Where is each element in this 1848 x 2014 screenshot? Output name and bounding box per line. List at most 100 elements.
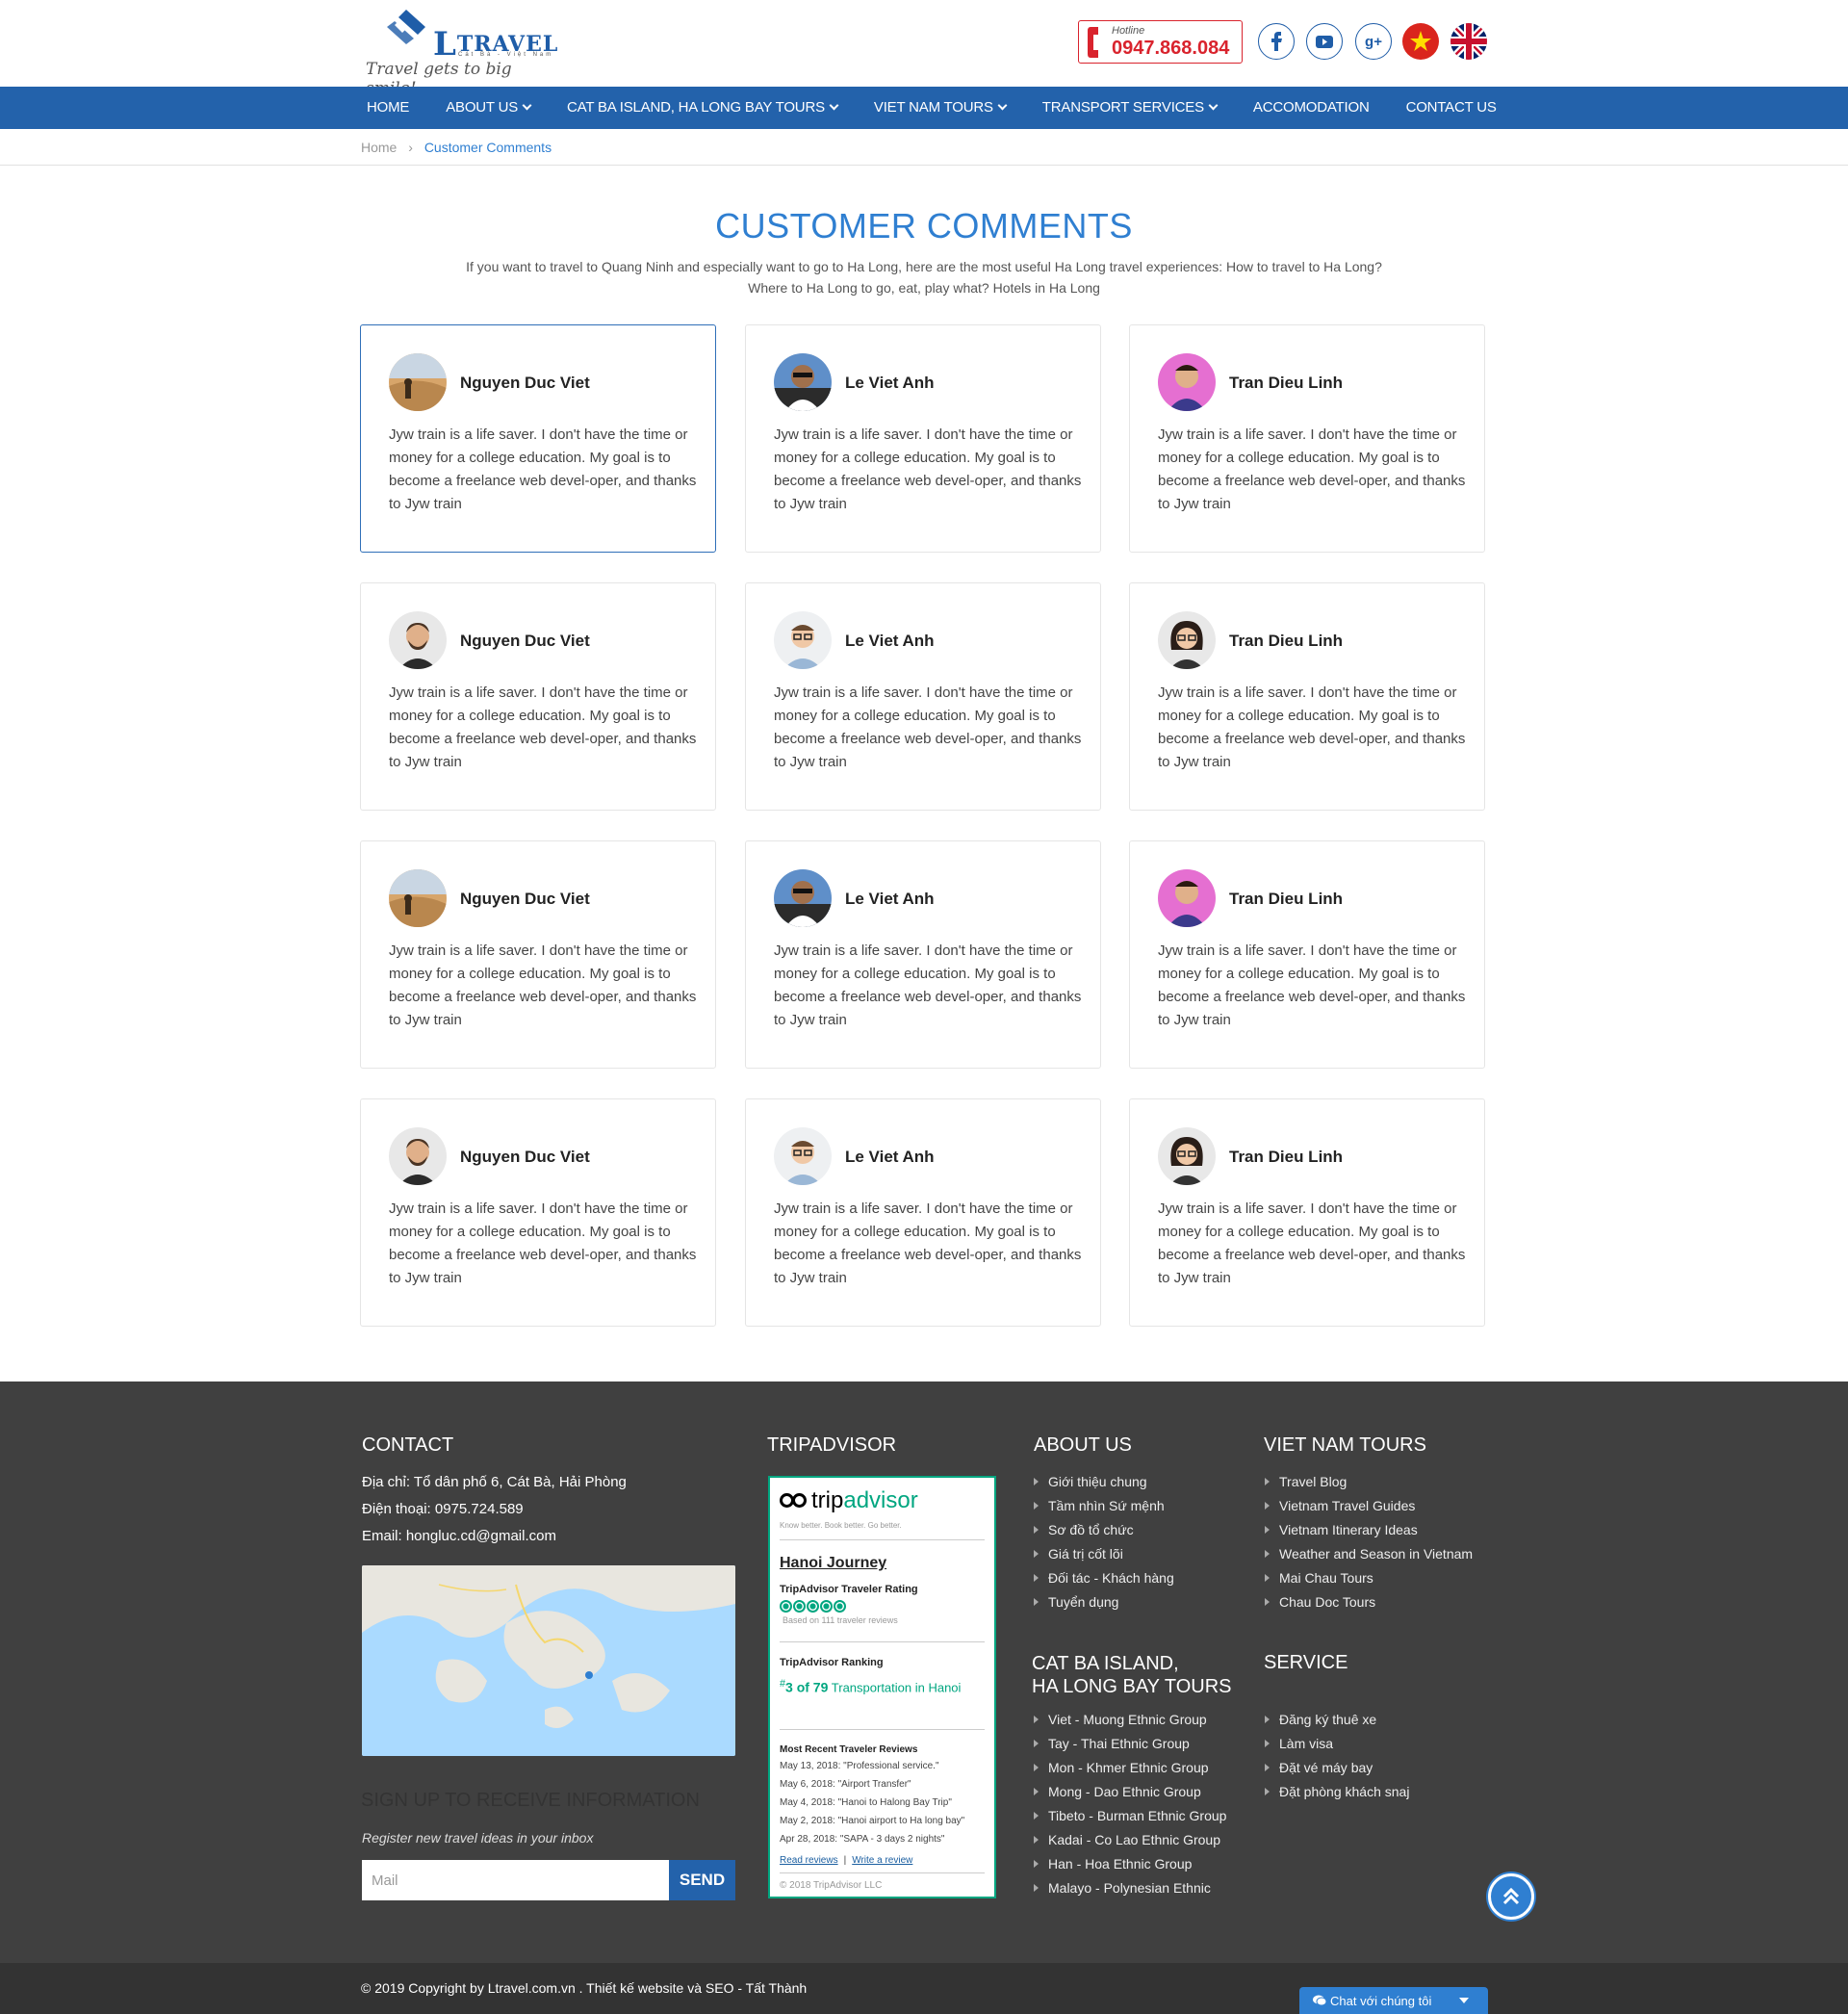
- site-logo[interactable]: LTRAVEL Cát Bà - Việt Nam Travel gets to…: [366, 4, 558, 98]
- footer-link[interactable]: Đối tác - Khách hàng: [1033, 1566, 1174, 1590]
- footer-link[interactable]: Giá trị cốt lõi: [1033, 1542, 1174, 1566]
- youtube-glyph: [1316, 35, 1333, 48]
- nav-item[interactable]: TRANSPORT SERVICES: [1041, 87, 1219, 129]
- vntours-list: Travel Blog Vietnam Travel Guides Vietnam …: [1264, 1470, 1473, 1614]
- avatar: [389, 869, 447, 927]
- chat-label: Chat với chúng tôi: [1330, 1993, 1432, 2008]
- comment-card[interactable]: Tran Dieu Linh Jyw train is a life saver.…: [1129, 582, 1485, 811]
- facebook-icon[interactable]: [1258, 23, 1295, 60]
- write-review-link[interactable]: Write a review: [852, 1855, 912, 1866]
- facebook-glyph: [1271, 32, 1282, 51]
- comment-card[interactable]: Nguyen Duc Viet Jyw train is a life saver…: [360, 1098, 716, 1327]
- review-item[interactable]: May 2, 2018: "Hanoi airport to Ha long b…: [780, 1816, 964, 1826]
- contact-email[interactable]: Email: hongluc.cd@gmail.com: [362, 1523, 556, 1550]
- logo-sub: Cát Bà - Việt Nam: [458, 52, 554, 58]
- tripadvisor-widget[interactable]: trip advisor Know better. Book better. Go…: [768, 1476, 996, 1898]
- read-reviews-link[interactable]: Read reviews: [780, 1855, 838, 1866]
- footer-link[interactable]: Mai Chau Tours: [1264, 1566, 1473, 1590]
- main-nav: HOME ABOUT US CAT BA ISLAND, HA LONG BAY T…: [0, 87, 1848, 129]
- avatar: [774, 611, 832, 669]
- footer-link[interactable]: Travel Blog: [1264, 1470, 1473, 1494]
- footer-link[interactable]: Tibeto - Burman Ethnic Group: [1033, 1804, 1226, 1828]
- email-input[interactable]: Mail: [362, 1860, 670, 1900]
- comment-card[interactable]: Tran Dieu Linh Jyw train is a life saver.…: [1129, 840, 1485, 1069]
- avatar: [389, 1127, 447, 1185]
- footer-link[interactable]: Giới thiệu chung: [1033, 1470, 1174, 1494]
- footer-link[interactable]: Tầm nhìn Sứ mệnh: [1033, 1494, 1174, 1518]
- vietnam-flag-glyph: [1402, 23, 1439, 60]
- footer-link[interactable]: Đăng ký thuê xe: [1264, 1708, 1409, 1732]
- location-map[interactable]: [362, 1565, 735, 1756]
- footer-link[interactable]: Làm visa: [1264, 1732, 1409, 1756]
- comment-card[interactable]: Tran Dieu Linh Jyw train is a life saver.…: [1129, 324, 1485, 553]
- uk-flag-icon[interactable]: [1450, 23, 1487, 60]
- nav-item[interactable]: CAT BA ISLAND, HA LONG BAY TOURS: [567, 87, 839, 129]
- contact-address: Địa chỉ: Tổ dân phố 6, Cát Bà, Hải Phòng: [362, 1474, 627, 1490]
- comment-card[interactable]: Nguyen Duc Viet Jyw train is a life saver…: [360, 582, 716, 811]
- nav-item[interactable]: ABOUT US: [446, 87, 532, 129]
- footer-link[interactable]: Mon - Khmer Ethnic Group: [1033, 1756, 1226, 1780]
- footer-link[interactable]: Tay - Thai Ethnic Group: [1033, 1732, 1226, 1756]
- footer-link[interactable]: Đặt vé máy bay: [1264, 1756, 1409, 1780]
- avatar: [774, 869, 832, 927]
- comment-card[interactable]: Nguyen Duc Viet Jyw train is a life saver…: [360, 840, 716, 1069]
- footer-link[interactable]: Malayo - Polynesian Ethnic: [1033, 1876, 1226, 1900]
- nav-item[interactable]: VIET NAM TOURS: [873, 87, 1008, 129]
- review-item[interactable]: May 13, 2018: "Professional service.": [780, 1761, 939, 1771]
- nav-item-label: VIET NAM TOURS: [873, 99, 993, 116]
- page-title: CUSTOMER COMMENTS: [715, 206, 1133, 245]
- footer-link[interactable]: Viet - Muong Ethnic Group: [1033, 1708, 1226, 1732]
- comment-card[interactable]: Le Viet Anh Jyw train is a life saver. I …: [745, 1098, 1101, 1327]
- catba-title: CAT BA ISLAND, HA LONG BAY TOURS: [1032, 1653, 1232, 1697]
- commenter-name: Tran Dieu Linh: [1229, 374, 1344, 392]
- divider: [780, 1641, 985, 1642]
- about-title: ABOUT US: [1034, 1434, 1132, 1456]
- rating-bubbles: [780, 1600, 847, 1613]
- send-button[interactable]: SEND: [669, 1860, 735, 1900]
- footer-link[interactable]: Sơ đồ tổ chức: [1033, 1518, 1174, 1542]
- avatar: [389, 611, 447, 669]
- footer-link[interactable]: Chau Doc Tours: [1264, 1590, 1473, 1614]
- nav-item-label: TRANSPORT SERVICES: [1041, 99, 1204, 116]
- divider: [780, 1872, 985, 1873]
- vietnam-flag-icon[interactable]: [1402, 23, 1439, 60]
- divider: [780, 1539, 985, 1540]
- google-plus-icon[interactable]: g+: [1355, 23, 1392, 60]
- chat-widget-button[interactable]: Chat với chúng tôi: [1299, 1987, 1488, 2014]
- breadcrumb-home[interactable]: Home: [361, 140, 397, 155]
- review-item[interactable]: May 6, 2018: "Airport Transfer": [780, 1779, 911, 1790]
- back-to-top-button[interactable]: [1488, 1873, 1534, 1920]
- signup-subtitle: Register new travel ideas in your inbox: [362, 1830, 594, 1846]
- tripadvisor-place[interactable]: Hanoi Journey: [780, 1555, 886, 1572]
- footer-link[interactable]: Mong - Dao Ethnic Group: [1033, 1780, 1226, 1804]
- footer-link[interactable]: Tuyển dụng: [1033, 1590, 1174, 1614]
- comment-card[interactable]: Le Viet Anh Jyw train is a life saver. I …: [745, 324, 1101, 553]
- uk-flag-glyph: [1450, 23, 1487, 60]
- nav-item[interactable]: CONTACT US: [1406, 87, 1497, 129]
- footer-link[interactable]: Han - Hoa Ethnic Group: [1033, 1852, 1226, 1876]
- hotline-box[interactable]: Hotline 0947.868.084: [1078, 20, 1243, 64]
- footer-link[interactable]: Đặt phòng khách snaj: [1264, 1780, 1409, 1804]
- breadcrumb: Home › Customer Comments: [0, 129, 1848, 166]
- hotline-label: Hotline: [1112, 25, 1145, 37]
- comment-card[interactable]: Nguyen Duc Viet Jyw train is a life saver…: [360, 324, 716, 553]
- nav-item[interactable]: HOME: [367, 87, 409, 129]
- chevron-down-icon: [522, 100, 532, 111]
- footer-link[interactable]: Kadai - Co Lao Ethnic Group: [1033, 1828, 1226, 1852]
- review-item[interactable]: May 4, 2018: "Hanoi to Halong Bay Trip": [780, 1797, 952, 1808]
- footer-link[interactable]: Vietnam Itinerary Ideas: [1264, 1518, 1473, 1542]
- nav-item[interactable]: ACCOMODATION: [1253, 87, 1370, 129]
- review-item[interactable]: Apr 28, 2018: "SAPA - 3 days 2 nights": [780, 1834, 944, 1845]
- commenter-name: Nguyen Duc Viet: [460, 374, 590, 392]
- nav-item-label: CONTACT US: [1405, 99, 1497, 116]
- contact-phone: Điện thoại: 0975.724.589: [362, 1501, 524, 1517]
- commenter-name: Tran Dieu Linh: [1229, 632, 1344, 650]
- comment-text: Jyw train is a life saver. I don't have …: [774, 426, 1082, 512]
- commenter-name: Le Viet Anh: [845, 1148, 935, 1166]
- footer-link[interactable]: Vietnam Travel Guides: [1264, 1494, 1473, 1518]
- comment-card[interactable]: Tran Dieu Linh Jyw train is a life saver.…: [1129, 1098, 1485, 1327]
- comment-card[interactable]: Le Viet Anh Jyw train is a life saver. I …: [745, 582, 1101, 811]
- comment-card[interactable]: Le Viet Anh Jyw train is a life saver. I …: [745, 840, 1101, 1069]
- footer-link[interactable]: Weather and Season in Vietnam: [1264, 1542, 1473, 1566]
- youtube-icon[interactable]: [1306, 23, 1343, 60]
